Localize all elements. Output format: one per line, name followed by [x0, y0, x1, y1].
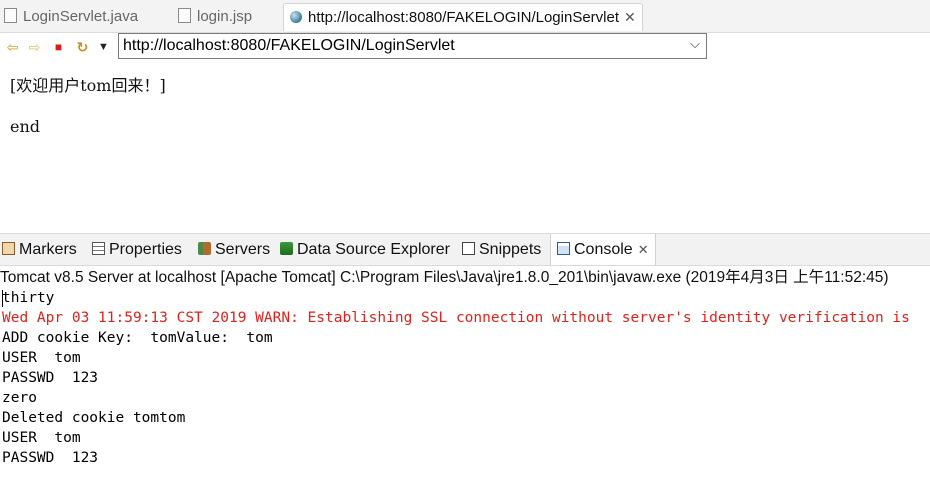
views-tab-bar: Markers Properties Servers Data Source E…	[0, 233, 930, 266]
console-line: zero	[2, 390, 37, 406]
text-cursor	[2, 290, 3, 307]
tab-label: Markers	[19, 241, 77, 258]
welcome-message: [欢迎用户tom回来！]	[10, 76, 166, 95]
data-source-explorer-icon	[280, 242, 293, 255]
snippets-icon	[462, 242, 475, 255]
stop-icon[interactable]: ■	[50, 37, 67, 57]
tab-properties[interactable]: Properties	[92, 234, 182, 265]
tab-loginservlet-java[interactable]: LoginServlet.java	[4, 3, 138, 30]
console-line: USER tom	[2, 350, 81, 366]
markers-icon	[2, 242, 15, 255]
properties-icon	[92, 242, 105, 255]
tab-servers[interactable]: Servers	[198, 234, 270, 265]
java-file-icon	[4, 8, 17, 23]
menu-dropdown-icon[interactable]: ▼	[95, 37, 112, 57]
tab-label: Properties	[109, 241, 182, 258]
url-text[interactable]: http://localhost:8080/FAKELOGIN/LoginSer…	[123, 37, 455, 55]
close-icon[interactable]: ✕	[624, 9, 636, 25]
forward-icon[interactable]: ⇨	[26, 37, 43, 57]
console-line: PASSWD 123	[2, 450, 99, 466]
servers-icon	[198, 242, 211, 255]
console-line: PASSWD 123	[2, 370, 99, 386]
tab-label: Console	[574, 241, 633, 258]
tab-data-source-explorer[interactable]: Data Source Explorer	[280, 234, 450, 265]
console-line-warning: Wed Apr 03 11:59:13 CST 2019 WARN: Estab…	[2, 310, 910, 326]
jsp-file-icon	[178, 8, 191, 23]
globe-icon	[290, 11, 302, 23]
console-line: Deleted cookie tomtom	[2, 410, 186, 426]
close-icon[interactable]: ✕	[638, 242, 649, 257]
console-line: thirty	[2, 290, 55, 306]
tab-snippets[interactable]: Snippets	[462, 234, 541, 265]
tab-label: login.jsp	[197, 8, 253, 25]
editor-tab-bar: LoginServlet.java login.jsp http://local…	[0, 0, 930, 33]
console-output[interactable]: thirty Wed Apr 03 11:59:13 CST 2019 WARN…	[2, 288, 930, 488]
tab-label: Data Source Explorer	[297, 241, 450, 258]
browser-toolbar: ⇦ ⇨ ■ ↻ ▼ http://localhost:8080/FAKELOGI…	[0, 33, 930, 62]
tab-login-jsp[interactable]: login.jsp	[178, 3, 252, 30]
console-line: USER tom	[2, 430, 81, 446]
chevron-down-icon[interactable]: ⌵	[690, 36, 700, 52]
tab-label: Servers	[215, 241, 271, 258]
tab-console[interactable]: Console ✕	[550, 234, 656, 265]
tab-label: http://localhost:8080/FAKELOGIN/LoginSer…	[308, 9, 620, 26]
console-line: ADD cookie Key: tomValue: tom	[2, 330, 273, 346]
console-process-header: Tomcat v8.5 Server at localhost [Apache …	[0, 269, 889, 286]
tab-browser-loginservlet[interactable]: http://localhost:8080/FAKELOGIN/LoginSer…	[283, 3, 643, 31]
url-input[interactable]: http://localhost:8080/FAKELOGIN/LoginSer…	[118, 33, 707, 59]
console-icon	[557, 242, 570, 255]
end-text: end	[10, 117, 41, 136]
tab-label: Snippets	[479, 241, 542, 258]
browser-page-content: [欢迎用户tom回来！] end	[0, 62, 930, 230]
refresh-icon[interactable]: ↻	[74, 37, 91, 57]
tab-markers[interactable]: Markers	[2, 234, 77, 265]
back-icon[interactable]: ⇦	[4, 37, 21, 57]
tab-label: LoginServlet.java	[23, 8, 139, 25]
